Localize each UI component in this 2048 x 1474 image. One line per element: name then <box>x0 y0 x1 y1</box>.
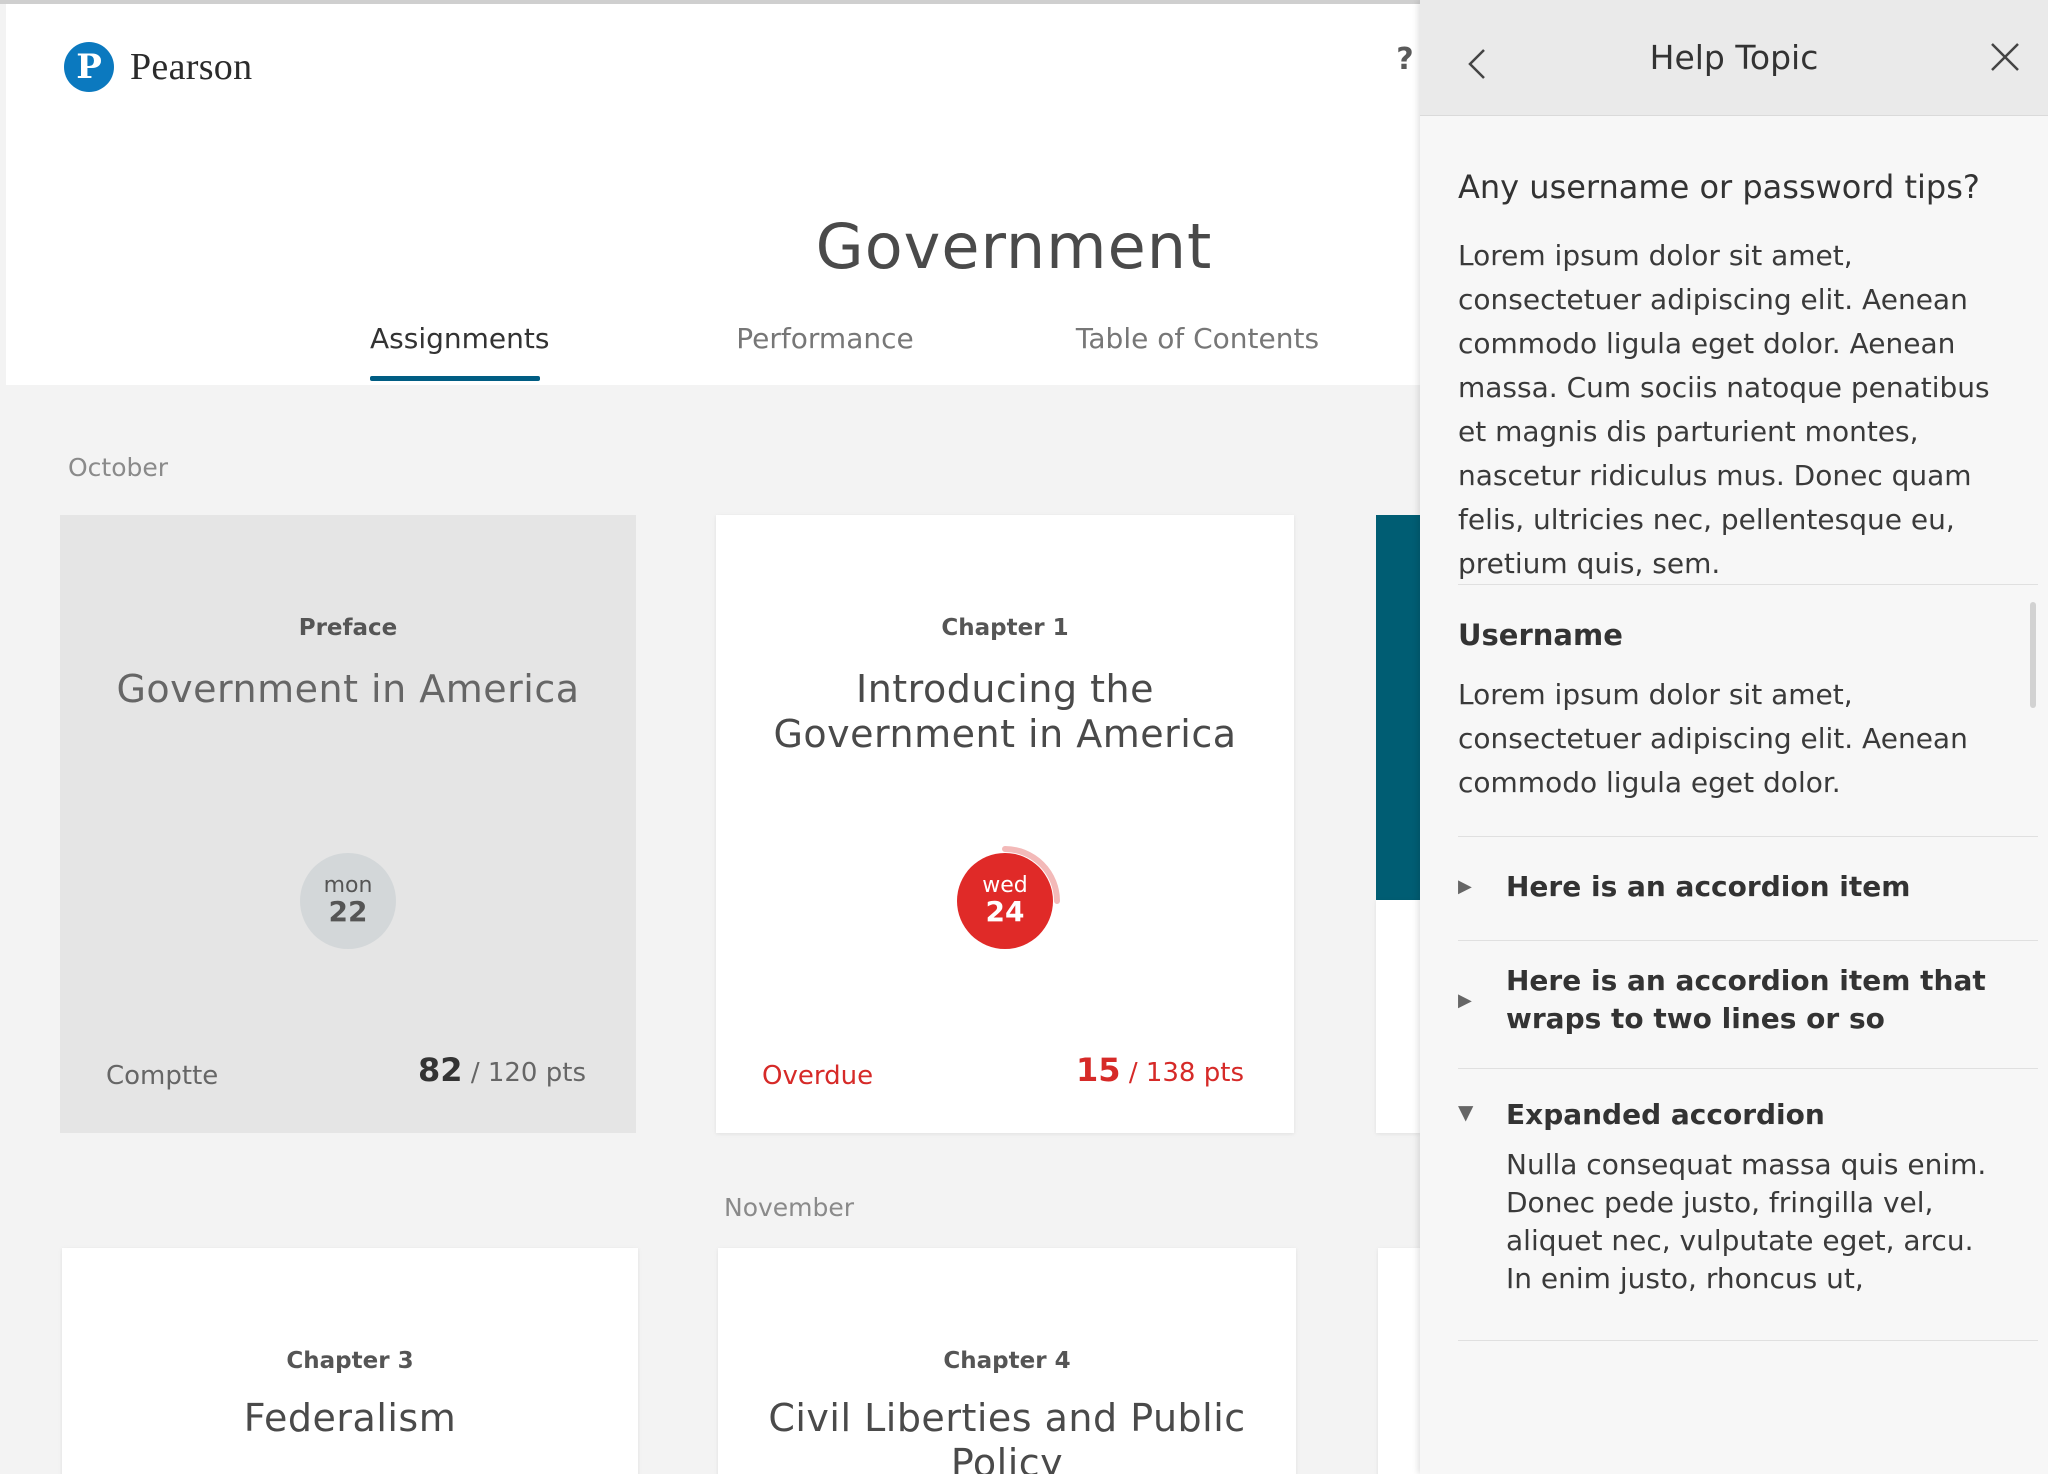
help-intro-text: Lorem ipsum dolor sit amet, consectetuer… <box>1458 239 1990 580</box>
card-status: Comptte <box>106 1061 219 1091</box>
due-date: 22 <box>328 895 368 928</box>
tab-label: Assignments <box>370 322 550 355</box>
card-title: Civil Liberties and Public Policy <box>768 1396 1246 1474</box>
course-page: P Pearson ? Government Assignments Perfo… <box>0 0 1420 1474</box>
accordion-label: Expanded accordion <box>1506 1098 1825 1131</box>
username-text: Lorem ipsum dolor sit amet, consectetuer… <box>1458 678 1968 799</box>
divider <box>1458 836 2038 837</box>
month-heading-october: October <box>68 453 169 482</box>
card-chapter: Chapter 3 <box>286 1348 414 1374</box>
triangle-down-icon: ▼ <box>1458 1100 1474 1124</box>
triangle-right-icon: ▶ <box>1458 876 1472 897</box>
triangle-right-icon: ▶ <box>1458 990 1472 1011</box>
scrollbar-thumb[interactable] <box>2030 602 2036 708</box>
card-chapter: Chapter 1 <box>941 615 1069 641</box>
accordion-label: Here is an accordion item <box>1506 870 1911 903</box>
card-title: Introducing the Government in America <box>773 667 1237 756</box>
card-score: 82 / 120 pts <box>418 1051 586 1089</box>
due-date-badge-overdue: wed 24 <box>957 846 1060 949</box>
tab-table-of-contents[interactable]: Table of Contents <box>1070 322 1325 355</box>
tab-assignments[interactable]: Assignments <box>370 322 549 381</box>
assignment-card-chapter-3[interactable]: Chapter 3 Federalism <box>62 1248 638 1474</box>
card-chapter: Preface <box>298 615 398 641</box>
score-total: / 120 pts <box>470 1058 586 1088</box>
score-total: / 138 pts <box>1128 1058 1244 1088</box>
due-day: mon <box>323 873 373 898</box>
help-panel: Help Topic Any username or password tips… <box>1420 0 2048 1474</box>
card-chapter: Chapter 4 <box>943 1348 1071 1374</box>
score-value: 82 <box>418 1051 463 1089</box>
close-icon[interactable] <box>1988 40 2022 74</box>
assignment-card-partial-body[interactable] <box>1376 900 1420 1133</box>
help-question: Any username or password tips? <box>1458 168 1980 206</box>
divider <box>1458 940 2038 941</box>
screen: P Pearson ? Government Assignments Perfo… <box>0 0 2048 1474</box>
assignment-card-chapter-1[interactable]: Chapter 1 Introducing the Government in … <box>716 515 1294 1133</box>
progress-ring <box>1002 846 1060 904</box>
divider <box>1458 1068 2038 1069</box>
pearson-logo[interactable]: P Pearson <box>64 42 252 92</box>
card-title: Federalism <box>243 1396 457 1440</box>
username-heading: Username <box>1458 618 1623 652</box>
active-tab-indicator <box>370 376 540 381</box>
help-panel-title: Help Topic <box>1649 38 1819 77</box>
divider <box>1458 584 2038 585</box>
accordion-content: Nulla consequat massa quis enim. Donec p… <box>1506 1148 1987 1295</box>
brand-name: Pearson <box>130 46 253 88</box>
tab-label: Performance <box>736 322 914 355</box>
help-panel-header: Help Topic <box>1420 0 2048 116</box>
assignment-card-chapter-4[interactable]: Chapter 4 Civil Liberties and Public Pol… <box>718 1248 1296 1474</box>
pearson-logo-icon: P <box>64 42 114 92</box>
card-status-overdue: Overdue <box>762 1061 874 1091</box>
accordion-label: Here is an accordion item that wraps to … <box>1506 964 1986 1035</box>
divider <box>1458 1340 2038 1341</box>
card-title: Government in America <box>116 667 580 711</box>
assignment-card-partial[interactable] <box>1376 515 1420 901</box>
question-icon[interactable]: ? <box>1390 42 1420 78</box>
card-score: 15 / 138 pts <box>1076 1051 1244 1089</box>
score-value: 15 <box>1076 1051 1121 1089</box>
assignment-card-partial-2[interactable] <box>1378 1248 1420 1474</box>
month-heading-november: November <box>724 1193 855 1222</box>
assignment-card-preface[interactable]: Preface Government in America mon 22 Com… <box>60 515 636 1133</box>
tab-performance[interactable]: Performance <box>730 322 920 355</box>
tab-label: Table of Contents <box>1075 322 1320 355</box>
due-date-badge: mon 22 <box>300 853 396 949</box>
